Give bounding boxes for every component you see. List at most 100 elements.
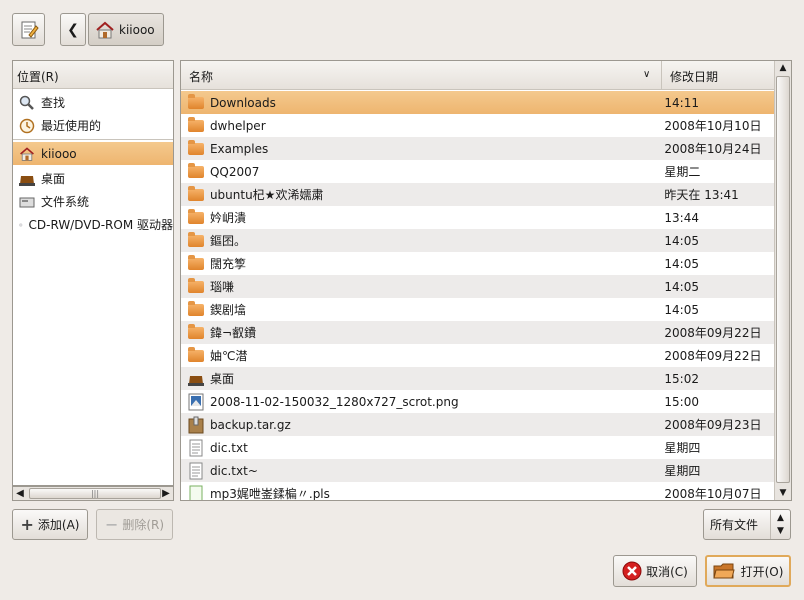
- file-date: 15:02: [664, 371, 699, 386]
- folder-icon: [187, 346, 205, 364]
- place-recent[interactable]: 最近使用的: [13, 114, 173, 137]
- column-header-name[interactable]: 名称: [181, 61, 661, 90]
- place-home[interactable]: kiiooo: [13, 142, 173, 165]
- plus-icon: +: [20, 515, 34, 534]
- open-label: 打开(O): [740, 564, 784, 579]
- file-name: Downloads: [209, 95, 276, 110]
- file-name: QQ2007: [209, 164, 260, 179]
- folder-icon: [187, 300, 205, 318]
- file-row[interactable]: Examples 2008年10月24日: [181, 137, 774, 160]
- scroll-up-icon[interactable]: ▲: [775, 61, 791, 75]
- places-sidebar: 位置(R) 查找 最近使用的 kiiooo 桌面 文件系统 CD-RW/DVD-…: [12, 60, 174, 486]
- file-name: dwhelper: [209, 118, 266, 133]
- place-search[interactable]: 查找: [13, 91, 173, 114]
- search-icon: [19, 95, 34, 110]
- file-row[interactable]: 闊充箰 14:05: [181, 252, 774, 275]
- file-name: dic.txt: [209, 440, 248, 455]
- file-date: 14:05: [664, 256, 699, 271]
- file-type-filter-select[interactable]: 所有文件 ▲ ▼: [703, 509, 791, 540]
- file-row[interactable]: 鍏¬叡鐨 2008年09月22日: [181, 321, 774, 344]
- file-date: 2008年09月23日: [664, 418, 762, 432]
- file-date: 13:44: [664, 210, 699, 225]
- file-name: 桌面: [209, 372, 234, 386]
- text-file-icon: [187, 439, 205, 456]
- file-date: 2008年10月10日: [664, 119, 762, 133]
- scrollbar-thumb[interactable]: [776, 76, 790, 483]
- cancel-label: 取消(C): [646, 564, 688, 579]
- file-date: 14:05: [664, 302, 699, 317]
- recent-icon: [19, 118, 35, 133]
- back-button[interactable]: ❮: [60, 13, 86, 46]
- folder-icon: [187, 323, 205, 341]
- column-header-modified[interactable]: 修改日期: [661, 61, 774, 90]
- sort-descending-icon[interactable]: ∨: [643, 69, 655, 81]
- file-row[interactable]: 瑙嗛 14:05: [181, 275, 774, 298]
- file-row[interactable]: mp3娓呭崟鍒楄〃.pls 2008年10月07日: [181, 482, 774, 501]
- folder-icon: [187, 208, 205, 226]
- scroll-left-icon[interactable]: ◀: [13, 487, 27, 500]
- folder-icon: [187, 139, 205, 157]
- file-row[interactable]: backup.tar.gz 2008年09月23日: [181, 413, 774, 436]
- folder-icon: [187, 185, 205, 203]
- file-date: 星期四: [664, 441, 701, 455]
- desktop-icon: [187, 371, 205, 387]
- file-name: dic.txt~: [209, 463, 258, 478]
- file-name: Examples: [209, 141, 269, 156]
- folder-icon: [187, 116, 205, 134]
- remove-bookmark-button[interactable]: − 删除(R): [96, 509, 173, 540]
- place-cd-drive[interactable]: CD-RW/DVD-ROM 驱动器: [13, 213, 173, 236]
- cd-drive-icon: [19, 222, 23, 227]
- folder-icon: [187, 277, 205, 295]
- breadcrumb-home-button[interactable]: kiiooo: [88, 13, 164, 46]
- text-file-icon: [187, 462, 205, 479]
- places-horizontal-scrollbar[interactable]: ◀ ||| ▶: [12, 486, 174, 501]
- file-row[interactable]: ubuntu杞★欢浠嬬粛 昨天在 13:41: [181, 183, 774, 206]
- cancel-button[interactable]: 取消(C): [613, 555, 697, 587]
- edit-location-button[interactable]: [12, 13, 45, 46]
- cancel-icon: [622, 561, 642, 581]
- scroll-down-icon[interactable]: ▼: [775, 486, 791, 500]
- breadcrumb-label: kiiooo: [119, 22, 155, 37]
- file-date: 2008年10月24日: [664, 142, 762, 156]
- add-bookmark-button[interactable]: + 添加(A): [12, 509, 88, 540]
- place-desktop[interactable]: 桌面: [13, 167, 173, 190]
- file-date: 14:11: [664, 95, 699, 110]
- file-row[interactable]: dwhelper 2008年10月10日: [181, 114, 774, 137]
- file-row[interactable]: 妗岄潰 13:44: [181, 206, 774, 229]
- file-row[interactable]: dic.txt~ 星期四: [181, 459, 774, 482]
- file-row[interactable]: 2008-11-02-150032_1280x727_scrot.png 15:0…: [181, 390, 774, 413]
- desktop-icon: [19, 175, 35, 186]
- folder-icon: [187, 231, 205, 249]
- file-date: 2008年09月22日: [664, 326, 762, 340]
- place-label: 查找: [41, 96, 66, 110]
- file-row[interactable]: 桌面 15:02: [181, 367, 774, 390]
- add-label: 添加(A): [37, 518, 80, 532]
- file-name: 妯℃澘: [209, 349, 248, 363]
- scrollbar-thumb[interactable]: |||: [29, 488, 161, 499]
- places-separator: [13, 139, 173, 140]
- scroll-right-icon[interactable]: ▶: [159, 487, 173, 500]
- file-name: mp3娓呭崟鍒楄〃.pls: [209, 487, 330, 501]
- file-row[interactable]: 鍥剧墖 14:05: [181, 298, 774, 321]
- places-header[interactable]: 位置(R): [13, 61, 173, 89]
- file-name: 2008-11-02-150032_1280x727_scrot.png: [209, 394, 459, 409]
- file-list: 名称 ∨ 修改日期 Downloads 14:11 dwhelper 2008年10…: [180, 60, 792, 501]
- file-row[interactable]: 妯℃澘 2008年09月22日: [181, 344, 774, 367]
- file-row[interactable]: QQ2007 星期二: [181, 160, 774, 183]
- file-name: 鍥剧墖: [209, 303, 246, 317]
- file-date: 星期二: [664, 165, 701, 179]
- file-row[interactable]: 鏂囨。 14:05: [181, 229, 774, 252]
- file-list-vertical-scrollbar[interactable]: ▲ ▼: [774, 61, 791, 500]
- folder-icon: [187, 93, 205, 111]
- place-label: 最近使用的: [41, 119, 102, 133]
- file-name: 瑙嗛: [209, 280, 238, 294]
- open-button[interactable]: 打开(O): [705, 555, 791, 587]
- file-row[interactable]: dic.txt 星期四: [181, 436, 774, 459]
- file-name: 鏂囨。: [209, 234, 246, 248]
- file-date: 昨天在 13:41: [664, 188, 739, 202]
- place-filesystem[interactable]: 文件系统: [13, 190, 173, 213]
- file-date: 15:00: [664, 394, 699, 409]
- remove-label: 删除(R): [122, 518, 165, 532]
- open-folder-icon: [712, 563, 735, 579]
- file-row[interactable]: Downloads 14:11: [181, 91, 774, 114]
